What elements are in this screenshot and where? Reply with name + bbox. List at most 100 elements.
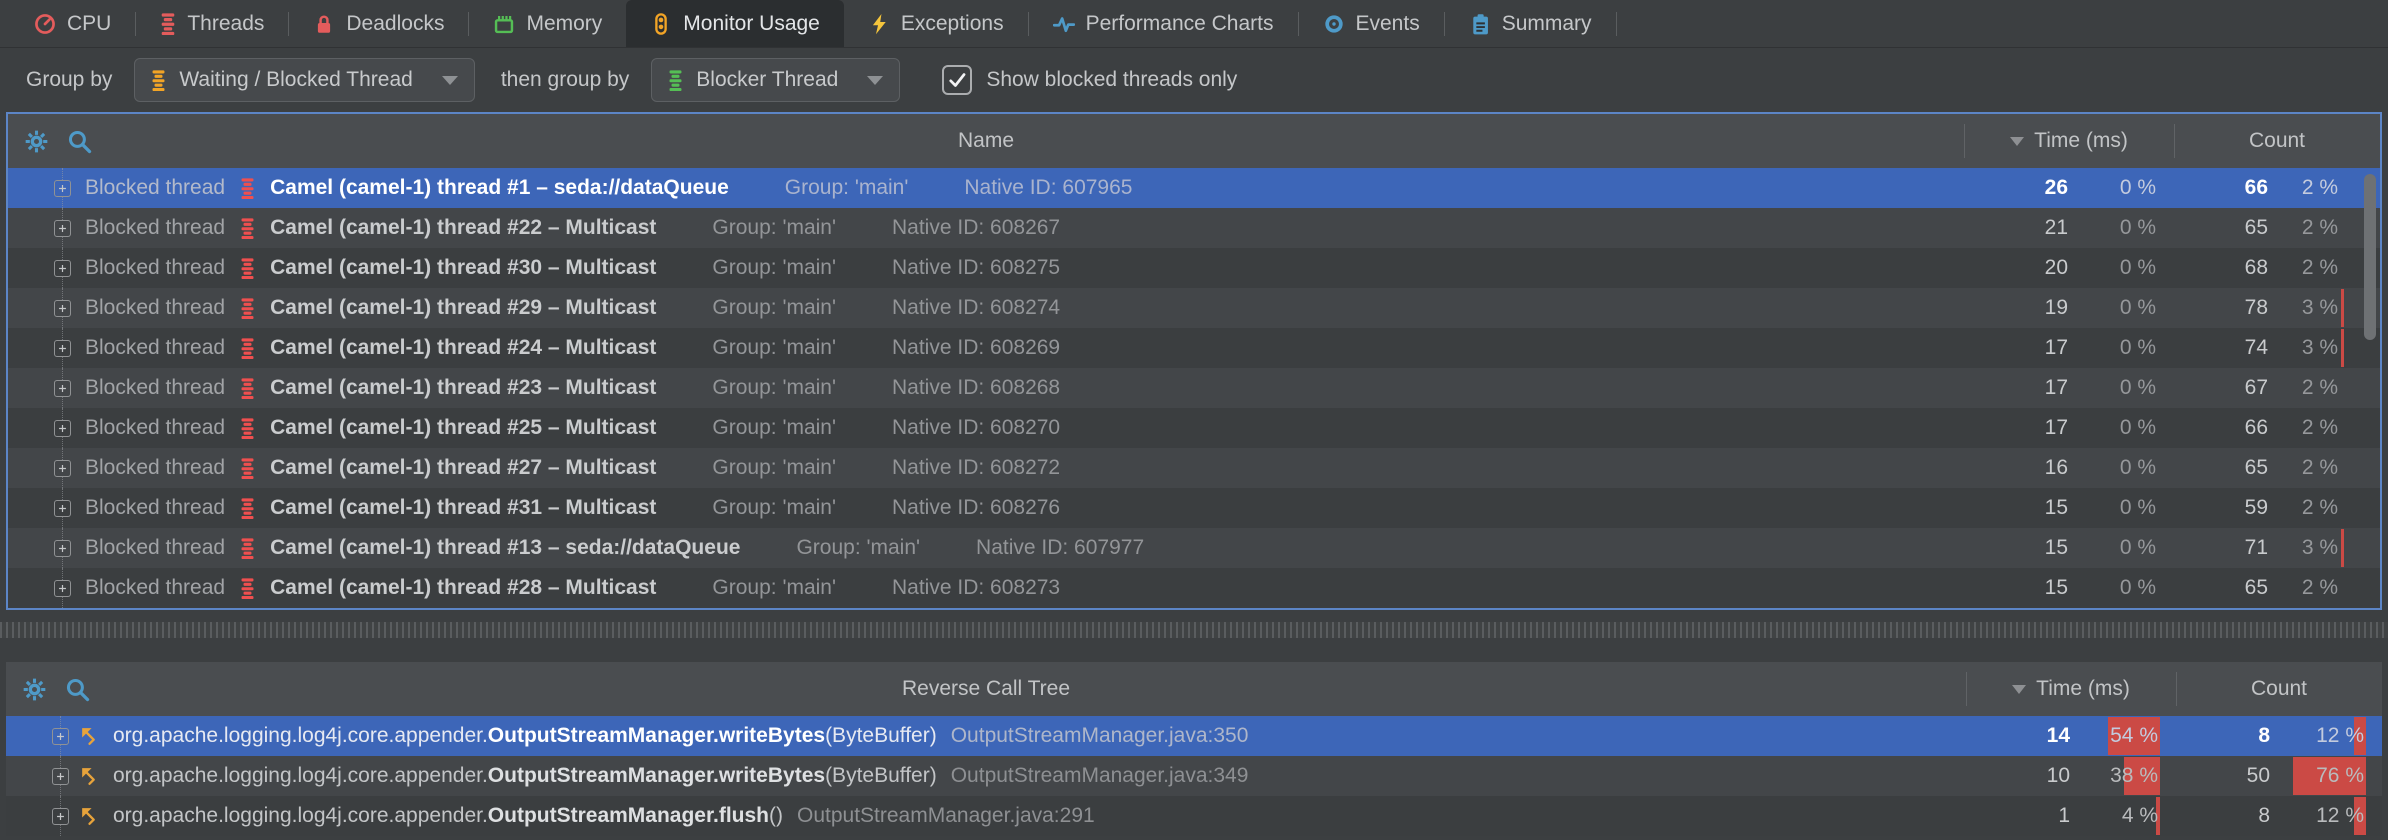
count-value: 65 bbox=[2174, 216, 2284, 240]
time-percent: 0 % bbox=[2120, 536, 2156, 560]
expand-icon[interactable] bbox=[54, 460, 71, 477]
time-percent: 0 % bbox=[2120, 336, 2156, 360]
blocked-threads-panel: Name Time (ms) Count Blocked thread Came… bbox=[6, 112, 2382, 610]
col-header-reverse-call-tree[interactable]: Reverse Call Tree bbox=[6, 677, 1966, 701]
count-percent-bar bbox=[2341, 529, 2344, 567]
tab-cpu[interactable]: CPU bbox=[10, 0, 135, 47]
tab-deadlocks[interactable]: Deadlocks bbox=[289, 0, 468, 47]
thread-group: Group: 'main' bbox=[712, 456, 836, 480]
expand-icon[interactable] bbox=[54, 300, 71, 317]
splitter-grip bbox=[0, 622, 2388, 638]
time-value: 17 bbox=[1964, 416, 2078, 440]
table-row[interactable]: Blocked thread Camel (camel-1) thread #3… bbox=[8, 488, 2380, 528]
table-row[interactable]: Blocked thread Camel (camel-1) thread #2… bbox=[8, 288, 2380, 328]
count-value: 78 bbox=[2174, 296, 2284, 320]
count-value: 71 bbox=[2174, 536, 2284, 560]
tab-monitor-usage[interactable]: Monitor Usage bbox=[626, 0, 844, 47]
threads-table-header: Name Time (ms) Count bbox=[8, 114, 2380, 168]
reverse-call-tree-panel: Reverse Call Tree Time (ms) Count org.ap… bbox=[6, 662, 2382, 840]
clipboard-icon bbox=[1469, 13, 1491, 35]
time-percent: 0 % bbox=[2120, 576, 2156, 600]
thread-name: Camel (camel-1) thread #23 – Multicast bbox=[270, 376, 656, 400]
pulse-icon bbox=[1053, 13, 1075, 35]
table-row[interactable]: Blocked thread Camel (camel-1) thread #3… bbox=[8, 248, 2380, 288]
groupby-dropdown-2[interactable]: Blocker Thread bbox=[651, 58, 900, 102]
call-tree-row[interactable]: org.apache.logging.log4j.core.appender.O… bbox=[6, 716, 2382, 756]
time-percent: 0 % bbox=[2120, 296, 2156, 320]
table-row[interactable]: Blocked thread Camel (camel-1) thread #2… bbox=[8, 448, 2380, 488]
thread-name: Camel (camel-1) thread #28 – Multicast bbox=[270, 576, 656, 600]
tab-label: Summary bbox=[1502, 12, 1592, 36]
expand-icon[interactable] bbox=[54, 420, 71, 437]
col-header-time[interactable]: Time (ms) bbox=[1964, 114, 2174, 168]
checkbox-label: Show blocked threads only bbox=[986, 68, 1237, 92]
col-header-time[interactable]: Time (ms) bbox=[1966, 662, 2176, 716]
groupby-dropdown-1[interactable]: Waiting / Blocked Thread bbox=[134, 58, 474, 102]
thread-bars-icon bbox=[240, 498, 255, 519]
gear-icon[interactable] bbox=[24, 129, 49, 154]
expand-icon[interactable] bbox=[54, 380, 71, 397]
search-icon[interactable] bbox=[67, 129, 92, 154]
expand-icon[interactable] bbox=[54, 500, 71, 517]
expand-icon[interactable] bbox=[52, 768, 69, 785]
thread-name: Camel (camel-1) thread #29 – Multicast bbox=[270, 296, 656, 320]
thread-group: Group: 'main' bbox=[712, 256, 836, 280]
tab-threads[interactable]: Threads bbox=[136, 0, 288, 47]
table-row[interactable]: Blocked thread Camel (camel-1) thread #2… bbox=[8, 408, 2380, 448]
tab-performance-charts[interactable]: Performance Charts bbox=[1029, 0, 1298, 47]
thread-native-id: Native ID: 608274 bbox=[892, 296, 1060, 320]
table-row[interactable]: Blocked thread Camel (camel-1) thread #2… bbox=[8, 208, 2380, 248]
table-row[interactable]: Blocked thread Camel (camel-1) thread #2… bbox=[8, 568, 2380, 608]
expand-icon[interactable] bbox=[54, 180, 71, 197]
tab-label: Deadlocks bbox=[346, 12, 444, 36]
expand-icon[interactable] bbox=[54, 260, 71, 277]
tab-memory[interactable]: Memory bbox=[469, 0, 626, 47]
expand-icon[interactable] bbox=[54, 540, 71, 557]
panel-splitter[interactable] bbox=[0, 622, 2388, 662]
sort-desc-icon bbox=[2012, 685, 2026, 694]
table-row[interactable]: Blocked thread Camel (camel-1) thread #1… bbox=[8, 528, 2380, 568]
gear-icon[interactable] bbox=[22, 677, 47, 702]
thread-name: Camel (camel-1) thread #1 – seda://dataQ… bbox=[270, 176, 729, 200]
threads-rows: Blocked thread Camel (camel-1) thread #1… bbox=[8, 168, 2380, 608]
tab-summary[interactable]: Summary bbox=[1445, 0, 1616, 47]
table-row[interactable]: Blocked thread Camel (camel-1) thread #2… bbox=[8, 368, 2380, 408]
tab-label: CPU bbox=[67, 12, 111, 36]
thread-bars-icon bbox=[240, 538, 255, 559]
col-header-count[interactable]: Count bbox=[2176, 662, 2382, 716]
time-value: 1 bbox=[1966, 804, 2080, 828]
tab-exceptions[interactable]: Exceptions bbox=[844, 0, 1028, 47]
call-tree-header: Reverse Call Tree Time (ms) Count bbox=[6, 662, 2382, 716]
call-tree-row[interactable]: org.apache.logging.log4j.core.appender.O… bbox=[6, 796, 2382, 836]
thread-native-id: Native ID: 608272 bbox=[892, 456, 1060, 480]
count-percent: 3 % bbox=[2302, 536, 2338, 560]
vertical-scrollbar-thumb[interactable] bbox=[2364, 174, 2376, 340]
thread-name: Camel (camel-1) thread #31 – Multicast bbox=[270, 496, 656, 520]
col-header-name[interactable]: Name bbox=[8, 129, 1964, 153]
thread-native-id: Native ID: 608273 bbox=[892, 576, 1060, 600]
expand-icon[interactable] bbox=[54, 220, 71, 237]
expand-icon[interactable] bbox=[52, 808, 69, 825]
table-row[interactable]: Blocked thread Camel (camel-1) thread #2… bbox=[8, 328, 2380, 368]
count-percent: 3 % bbox=[2302, 296, 2338, 320]
thread-group: Group: 'main' bbox=[796, 536, 920, 560]
count-percent: 2 % bbox=[2302, 176, 2338, 200]
thread-group: Group: 'main' bbox=[712, 296, 836, 320]
thread-native-id: Native ID: 608270 bbox=[892, 416, 1060, 440]
call-tree-row[interactable]: org.apache.logging.log4j.core.appender.O… bbox=[6, 756, 2382, 796]
checkbox-show-blocked[interactable] bbox=[942, 65, 972, 95]
table-row[interactable]: Blocked thread Camel (camel-1) thread #1… bbox=[8, 168, 2380, 208]
time-value: 20 bbox=[1964, 256, 2078, 280]
time-percent: 0 % bbox=[2120, 416, 2156, 440]
tab-events[interactable]: Events bbox=[1299, 0, 1444, 47]
count-percent: 76 % bbox=[2316, 764, 2364, 788]
expand-icon[interactable] bbox=[52, 728, 69, 745]
expand-icon[interactable] bbox=[54, 340, 71, 357]
col-header-count[interactable]: Count bbox=[2174, 114, 2380, 168]
group-by-label: Group by bbox=[26, 68, 112, 92]
tab-label: Threads bbox=[187, 12, 264, 36]
count-value: 8 bbox=[2176, 724, 2286, 748]
search-icon[interactable] bbox=[65, 677, 90, 702]
expand-icon[interactable] bbox=[54, 580, 71, 597]
tab-label: Performance Charts bbox=[1086, 12, 1274, 36]
